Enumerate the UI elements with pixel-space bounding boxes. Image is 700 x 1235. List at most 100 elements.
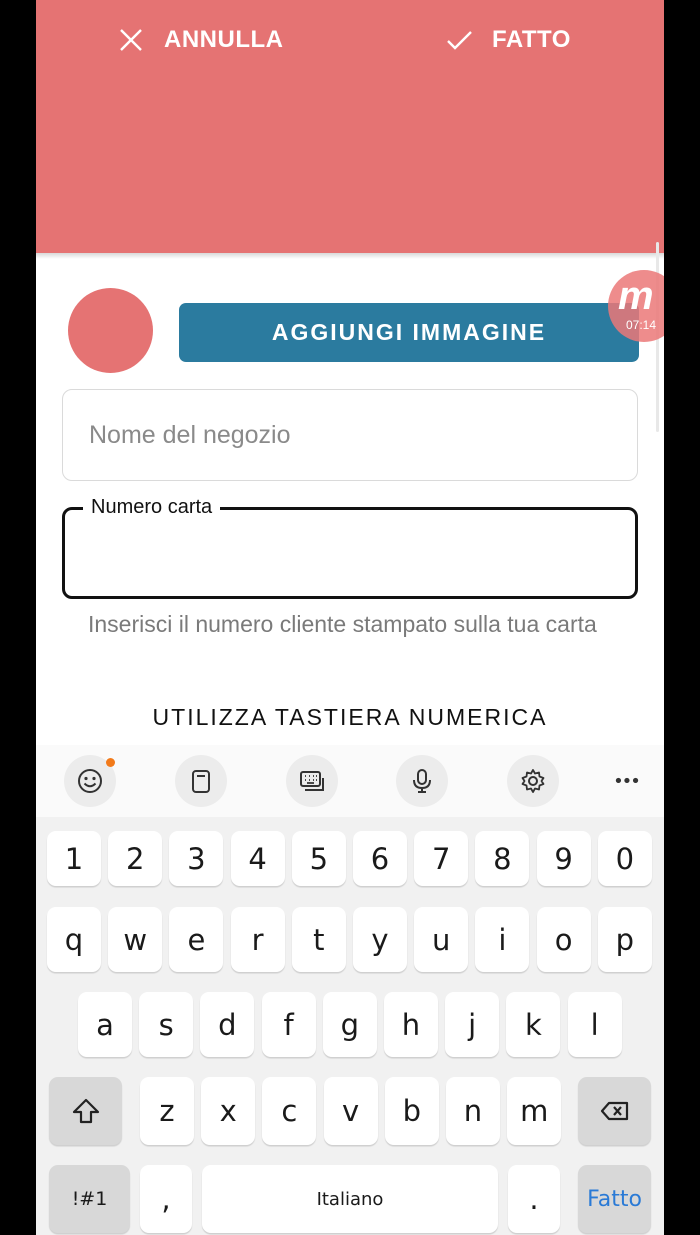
- clipboard-icon: [192, 770, 210, 793]
- key-e[interactable]: e: [169, 907, 224, 972]
- key-c[interactable]: c: [262, 1077, 317, 1145]
- key-h[interactable]: h: [384, 992, 438, 1057]
- key-q[interactable]: q: [47, 907, 101, 972]
- key-l[interactable]: l: [567, 992, 622, 1057]
- period-key[interactable]: .: [508, 1165, 560, 1233]
- keyboard-settings-button[interactable]: [507, 755, 559, 807]
- key-0-label: 0: [615, 841, 635, 876]
- key-1[interactable]: 1: [47, 831, 101, 886]
- card-number-field[interactable]: Numero carta: [62, 496, 638, 599]
- shop-name-field[interactable]: [62, 389, 638, 481]
- emoji-icon: [78, 769, 102, 793]
- key-b[interactable]: b: [384, 1077, 439, 1145]
- key-c-label: c: [281, 1094, 298, 1128]
- key-d[interactable]: d: [200, 992, 255, 1057]
- key-v-label: v: [342, 1094, 360, 1128]
- key-q-label: q: [64, 922, 84, 957]
- use-numeric-keyboard-button[interactable]: UTILIZZA TASTIERA NUMERICA: [36, 704, 664, 731]
- done-label: FATTO: [492, 26, 571, 53]
- key-8[interactable]: 8: [475, 831, 530, 886]
- app-screen: ANNULLA FATTO AGGIUNGI IMMAGINE Numero c…: [36, 0, 664, 1235]
- key-o[interactable]: o: [536, 907, 591, 972]
- settings-icon: [521, 769, 545, 793]
- comma-key-label: ,: [161, 1182, 171, 1216]
- key-3[interactable]: 3: [169, 831, 224, 886]
- keyboard-toolbar: •••: [36, 745, 664, 817]
- card-number-input[interactable]: [87, 538, 607, 574]
- card-number-helper-text: Inserisci il numero cliente stampato sul…: [88, 611, 597, 637]
- key-n[interactable]: n: [446, 1077, 500, 1145]
- key-y-label: y: [371, 922, 389, 957]
- key-p-label: p: [615, 922, 634, 957]
- key-m[interactable]: m: [507, 1077, 562, 1145]
- key-2[interactable]: 2: [108, 831, 163, 886]
- key-r[interactable]: r: [230, 907, 285, 972]
- key-4-label: 4: [248, 841, 267, 876]
- key-p[interactable]: p: [597, 907, 652, 972]
- cancel-label: ANNULLA: [164, 26, 284, 53]
- done-action-key-label: Fatto: [587, 1186, 642, 1212]
- key-3-label: 3: [187, 841, 206, 876]
- key-w[interactable]: w: [108, 907, 163, 972]
- key-i-label: i: [498, 922, 507, 957]
- key-6[interactable]: 6: [353, 831, 407, 886]
- keyboard-mode-button[interactable]: [286, 755, 338, 807]
- space-key[interactable]: Italiano: [202, 1165, 498, 1233]
- key-f-label: f: [283, 1007, 294, 1042]
- period-key-label: .: [529, 1182, 539, 1216]
- key-k[interactable]: k: [506, 992, 561, 1057]
- key-k-label: k: [524, 1007, 542, 1042]
- backspace-icon: [600, 1101, 628, 1121]
- bubble-timer: 07:14: [626, 318, 657, 332]
- key-7[interactable]: 7: [414, 831, 469, 886]
- key-v[interactable]: v: [323, 1077, 378, 1145]
- key-j-label: j: [468, 1007, 477, 1042]
- key-2-label: 2: [125, 841, 145, 876]
- comma-key[interactable]: ,: [140, 1165, 192, 1233]
- key-e-label: e: [187, 922, 206, 957]
- done-button[interactable]: FATTO: [446, 22, 571, 58]
- key-o-label: o: [554, 922, 573, 957]
- store-logo-placeholder[interactable]: [68, 288, 153, 373]
- clipboard-button[interactable]: [175, 755, 227, 807]
- key-g[interactable]: g: [322, 992, 377, 1057]
- shift-key[interactable]: [49, 1077, 122, 1145]
- key-6-label: 6: [370, 841, 390, 876]
- symbols-key[interactable]: !#1: [49, 1165, 130, 1233]
- key-x[interactable]: x: [201, 1077, 256, 1145]
- header-shadow: [36, 253, 664, 259]
- more-options-button[interactable]: •••: [600, 755, 652, 807]
- key-s[interactable]: s: [139, 992, 194, 1057]
- key-z-label: z: [159, 1094, 175, 1128]
- bubble-logo-letter: m: [618, 274, 654, 318]
- keyboard-mode-icon: [300, 771, 324, 791]
- key-t[interactable]: t: [291, 907, 346, 972]
- key-z[interactable]: z: [140, 1077, 194, 1145]
- shop-name-input[interactable]: [89, 420, 637, 450]
- key-h-label: h: [401, 1007, 421, 1042]
- key-u[interactable]: u: [414, 907, 469, 972]
- key-y[interactable]: y: [353, 907, 407, 972]
- key-t-label: t: [313, 922, 325, 957]
- symbols-key-label: !#1: [71, 1188, 108, 1210]
- key-0[interactable]: 0: [597, 831, 652, 886]
- cancel-button[interactable]: ANNULLA: [118, 22, 283, 58]
- shift-icon: [72, 1098, 99, 1124]
- key-f[interactable]: f: [261, 992, 316, 1057]
- key-l-label: l: [590, 1007, 599, 1042]
- voice-input-button[interactable]: [396, 755, 448, 807]
- key-4[interactable]: 4: [230, 831, 285, 886]
- key-m-label: m: [520, 1094, 549, 1128]
- key-j[interactable]: j: [445, 992, 500, 1057]
- backspace-key[interactable]: [578, 1077, 651, 1145]
- key-5[interactable]: 5: [291, 831, 346, 886]
- key-9[interactable]: 9: [536, 831, 591, 886]
- key-u-label: u: [431, 922, 451, 957]
- key-a[interactable]: a: [78, 992, 132, 1057]
- key-i[interactable]: i: [475, 907, 530, 972]
- add-image-button[interactable]: AGGIUNGI IMMAGINE: [179, 303, 639, 362]
- key-8-label: 8: [493, 841, 512, 876]
- space-key-label: Italiano: [316, 1188, 384, 1210]
- done-action-key[interactable]: Fatto: [578, 1165, 651, 1233]
- check-icon: [447, 31, 472, 50]
